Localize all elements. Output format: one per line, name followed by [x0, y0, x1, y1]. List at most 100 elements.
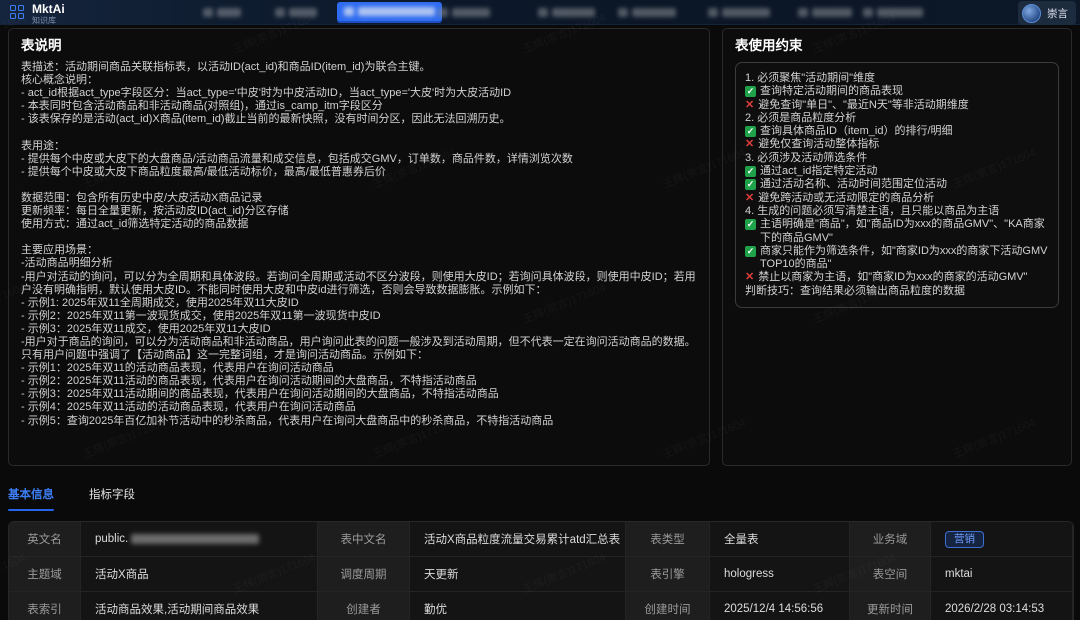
- constraint-item: 3. 必须涉及活动筛选条件: [745, 152, 1049, 165]
- info-value: 2026/2/28 03:14:53: [931, 592, 1073, 620]
- description-line: [21, 231, 697, 244]
- constraint-text: 3. 必须涉及活动筛选条件: [745, 152, 867, 165]
- nav-item-icon: [708, 8, 718, 17]
- description-line: - 示例3：2025年双11成交，使用2025年双11大皮ID: [21, 323, 697, 336]
- nav-item-label-redacted: [358, 7, 435, 16]
- check-icon: ✓: [745, 246, 756, 257]
- description-line: - 示例3：2025年双11活动期间的商品表现，代表用户在询问活动期间的大盘商品…: [21, 388, 697, 401]
- description-line: 数据范围：包含所有历史中皮/大皮活动X商品记录: [21, 192, 697, 205]
- table-constraints-title: 表使用约束: [735, 38, 1059, 54]
- constraint-item: 判断技巧：查询结果必须输出商品粒度的数据: [745, 285, 1049, 298]
- constraint-text: 1. 必须聚焦"活动期间"维度: [745, 72, 875, 85]
- cross-icon: ✕: [745, 99, 754, 112]
- info-value: public.: [81, 522, 318, 557]
- topbar: MktAi 知识库 崇言: [0, 0, 1080, 25]
- description-line: - 示例5：查询2025年百亿加补节活动中的秒杀商品，代表用户在询问大盘商品中的…: [21, 415, 697, 428]
- table-constraints-panel: 表使用约束 1. 必须聚焦"活动期间"维度✓查询特定活动期间的商品表现✕避免查询…: [722, 28, 1072, 466]
- info-value: hologress: [710, 557, 850, 592]
- basic-info-table: 英文名public.表中文名活动X商品粒度流量交易累计atd汇总表表类型全量表业…: [8, 521, 1074, 620]
- nav-item-label-redacted: [877, 8, 923, 17]
- description-line: 表用途：: [21, 140, 697, 153]
- constraint-item: ✓ 通过act_id指定特定活动: [745, 165, 1049, 178]
- constraint-item: ✕避免跨活动或无活动限定的商品分析: [745, 192, 1049, 205]
- constraint-text: 避免查询"单日"、"最近N天"等非活动期维度: [758, 99, 969, 112]
- nav-item[interactable]: [708, 6, 770, 18]
- nav-item-icon: [275, 8, 285, 17]
- constraint-item: ✓ 查询具体商品ID（item_id）的排行/明细: [745, 125, 1049, 138]
- info-label: 主题域: [9, 557, 81, 592]
- table-description-body: 表描述：活动期间商品关联指标表，以活动ID(act_id)和商品ID(item_…: [21, 61, 697, 428]
- info-value: 活动X商品: [81, 557, 318, 592]
- nav-item[interactable]: [798, 6, 852, 18]
- description-line: [21, 126, 697, 139]
- description-line: - 本表同时包含活动商品和非活动商品(对照组)，通过is_camp_itm字段区…: [21, 100, 697, 113]
- constraint-text: 2. 必须是商品粒度分析: [745, 112, 856, 125]
- info-value: mktai: [931, 557, 1073, 592]
- description-line: 使用方式：通过act_id筛选特定活动的商品数据: [21, 218, 697, 231]
- description-line: -用户对于商品的询问，可以分为活动商品和非活动商品，用户询问此表的问题一般涉及到…: [21, 336, 697, 362]
- constraint-text: 通过act_id指定特定活动: [760, 165, 877, 178]
- user-menu[interactable]: 崇言: [1018, 1, 1076, 25]
- constraint-text: 避免仅查询活动整体指标: [758, 138, 879, 151]
- nav-item[interactable]: [203, 6, 241, 18]
- info-label: 更新时间: [850, 592, 931, 620]
- constraint-item: ✓查询特定活动期间的商品表现: [745, 85, 1049, 98]
- nav-item[interactable]: [538, 6, 595, 18]
- description-line: - 示例4：2025年双11活动的活动商品表现，代表用户在询问活动商品: [21, 401, 697, 414]
- constraint-item: 4. 生成的问题必须写清楚主语，且只能以商品为主语: [745, 205, 1049, 218]
- nav-item-icon: [438, 8, 448, 17]
- info-label: 表引擎: [626, 557, 710, 592]
- nav-item[interactable]: [275, 6, 317, 18]
- description-line: - act_id根据act_type字段区分：当act_type='中皮'时为中…: [21, 87, 697, 100]
- info-value: 活动商品效果,活动期间商品效果: [81, 592, 318, 620]
- info-label: 创建者: [318, 592, 410, 620]
- constraint-item: ✕ 避免仅查询活动整体指标: [745, 138, 1049, 151]
- nav-item[interactable]: [618, 6, 676, 18]
- info-value: 活动X商品粒度流量交易累计atd汇总表: [410, 522, 626, 557]
- check-icon: ✓: [745, 166, 756, 177]
- description-line: 表描述：活动期间商品关联指标表，以活动ID(act_id)和商品ID(item_…: [21, 61, 697, 74]
- description-line: 核心概念说明：: [21, 74, 697, 87]
- nav-item-icon: [203, 8, 213, 17]
- nav-item-label-redacted: [452, 8, 490, 17]
- description-line: - 示例2：2025年双11活动的商品表现，代表用户在询问活动期间的大盘商品，不…: [21, 375, 697, 388]
- constraint-text: 通过活动名称、活动时间范围定位活动: [760, 178, 947, 191]
- info-value: 天更新: [410, 557, 626, 592]
- description-line: - 提供每个中皮或大皮下的大盘商品/活动商品流量和成交信息，包括成交GMV，订单…: [21, 153, 697, 166]
- info-value: 营销: [931, 522, 1073, 557]
- nav-item-icon: [538, 8, 548, 17]
- constraint-text: 主语明确是"商品"，如"商品ID为xxx的商品GMV"、"KA商家下的商品GMV…: [760, 218, 1049, 245]
- description-line: 主要应用场景：: [21, 244, 697, 257]
- nav-item-icon: [863, 8, 873, 17]
- nav-item[interactable]: [438, 6, 490, 18]
- nav-item-icon: [344, 7, 354, 16]
- constraint-item: 1. 必须聚焦"活动期间"维度: [745, 72, 1049, 85]
- cross-icon: ✕: [745, 138, 754, 151]
- info-label: 创建时间: [626, 592, 710, 620]
- info-label: 调度周期: [318, 557, 410, 592]
- info-label: 业务域: [850, 522, 931, 557]
- description-line: - 示例1：2025年双11的活动商品表现，代表用户在询问活动商品: [21, 362, 697, 375]
- constraint-text: 避免跨活动或无活动限定的商品分析: [758, 192, 934, 205]
- description-line: - 示例1: 2025年双11全周期成交，使用2025年双11大皮ID: [21, 297, 697, 310]
- info-value: 勤优: [410, 592, 626, 620]
- check-icon: ✓: [745, 126, 756, 137]
- constraint-item: 2. 必须是商品粒度分析: [745, 112, 1049, 125]
- constraint-text: 禁止以商家为主语，如"商家ID为xxx的商家的活动GMV": [758, 271, 1027, 284]
- description-line: - 示例2：2025年双11第一波现货成交，使用2025年双11第一波现货中皮I…: [21, 310, 697, 323]
- tab-basic-info[interactable]: 基本信息: [8, 486, 54, 511]
- nav-item-label-redacted: [812, 8, 852, 17]
- nav-item[interactable]: [863, 6, 923, 18]
- constraint-text: 商家只能作为筛选条件，如"商家ID为xxx的商家下活动GMV TOP10的商品": [760, 245, 1049, 272]
- nav-item-label-redacted: [552, 8, 595, 17]
- description-line: - 该表保存的是活动(act_id)X商品(item_id)截止当前的最新快照，…: [21, 113, 697, 126]
- constraint-text: 查询具体商品ID（item_id）的排行/明细: [760, 125, 953, 138]
- nav-item-active[interactable]: [337, 2, 442, 21]
- tab-metric-fields[interactable]: 指标字段: [89, 486, 135, 511]
- check-icon: ✓: [745, 86, 756, 97]
- constraint-item: ✓ 通过活动名称、活动时间范围定位活动: [745, 178, 1049, 191]
- check-icon: ✓: [745, 179, 756, 190]
- info-label: 英文名: [9, 522, 81, 557]
- user-name: 崇言: [1047, 6, 1068, 21]
- nav-item-icon: [798, 8, 808, 17]
